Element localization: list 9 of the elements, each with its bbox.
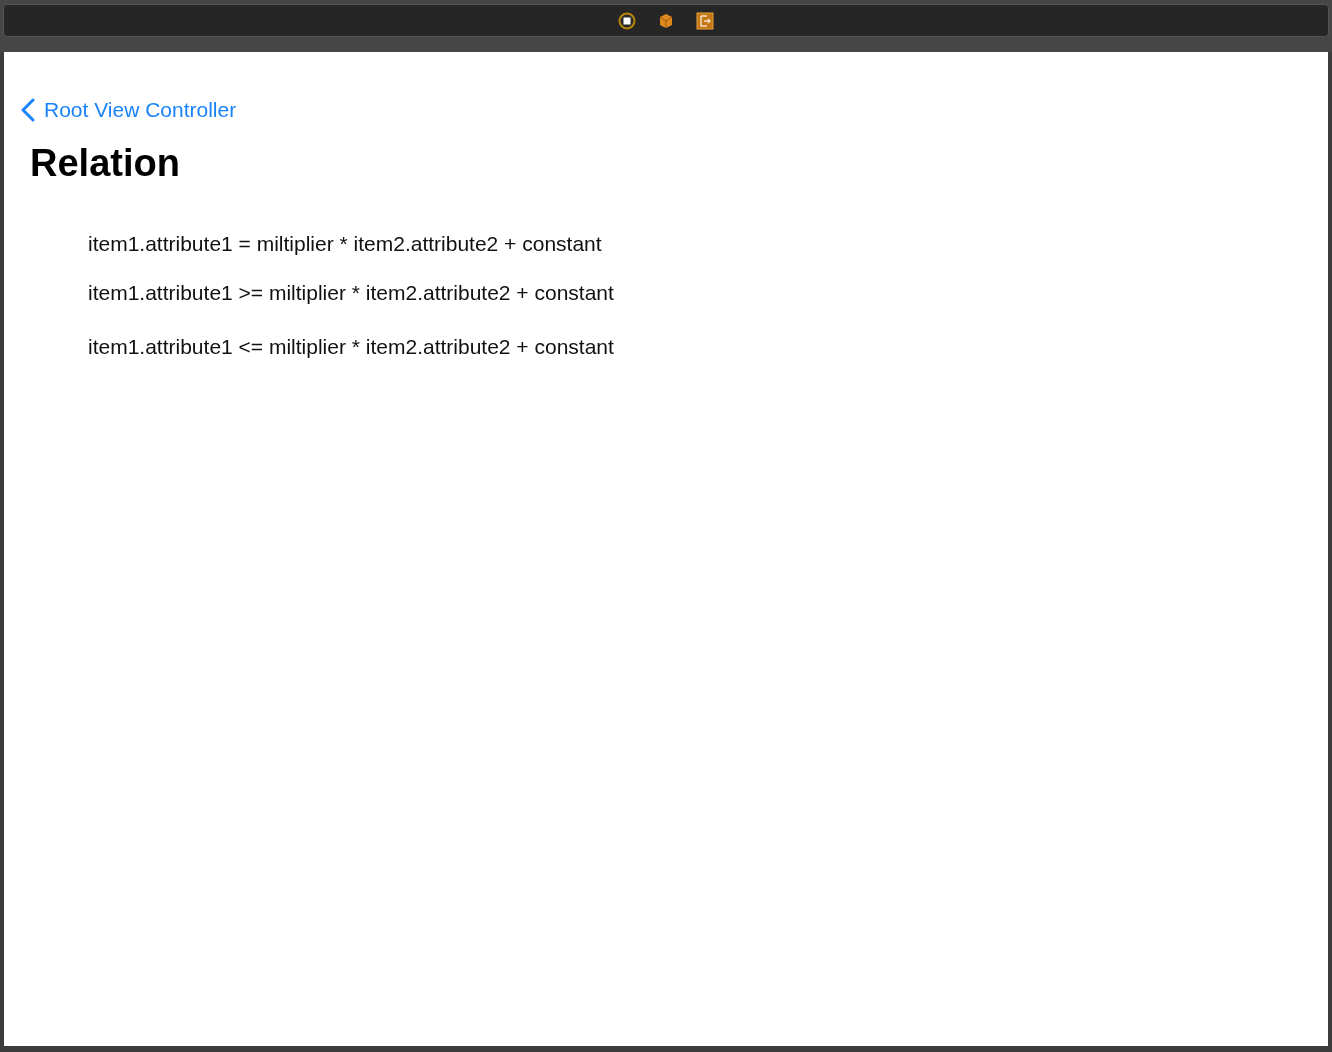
relation-text: item1.attribute1 = miltiplier * item2.attribute2 + constant (88, 232, 603, 256)
exit-icon[interactable] (696, 11, 714, 30)
relation-text: item1.attribute1 <= miltiplier * item2.attribute2 + constant (88, 335, 615, 359)
view-controller-icon[interactable] (618, 11, 636, 30)
relation-text: item1.attribute1 >= miltiplier * item2.attribute2 + constant (88, 281, 615, 305)
chevron-left-icon (21, 98, 35, 122)
cube-icon[interactable] (658, 12, 674, 29)
page-title: Relation (30, 144, 181, 182)
back-button[interactable]: Root View Controller (21, 94, 237, 126)
